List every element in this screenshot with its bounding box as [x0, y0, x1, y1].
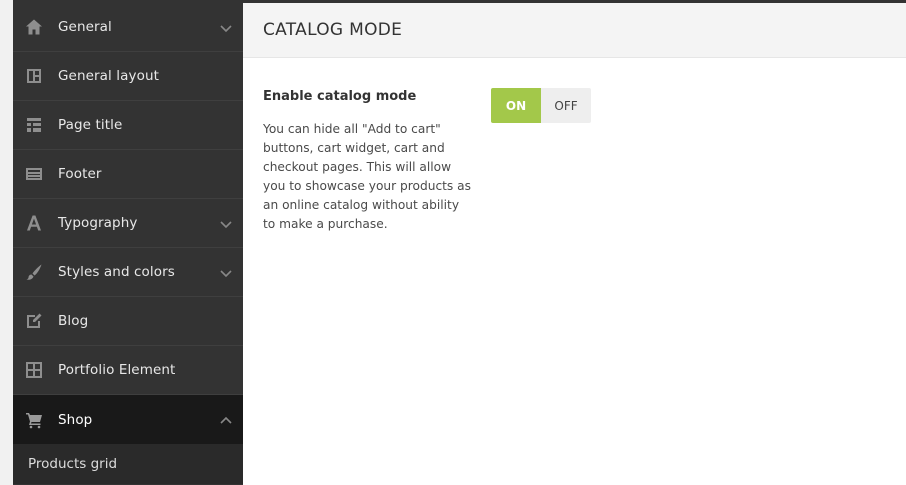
sidebar-item-label: Blog	[58, 313, 89, 329]
sidebar-subitem-products-grid[interactable]: Products grid	[13, 444, 243, 484]
sidebar-item-footer[interactable]: Footer	[13, 150, 243, 199]
sidebar-item-label: Shop	[58, 411, 93, 428]
main-panel: CATALOG MODE Enable catalog mode You can…	[243, 3, 906, 485]
brush-icon	[25, 263, 43, 281]
option-description: You can hide all "Add to cart" buttons, …	[263, 122, 471, 231]
sidebar-item-portfolio-element[interactable]: Portfolio Element	[13, 346, 243, 395]
chevron-down-icon[interactable]	[219, 216, 233, 230]
chevron-up-icon[interactable]	[219, 413, 233, 427]
sidebar-item-label: Typography	[58, 215, 138, 231]
cart-icon	[25, 411, 43, 429]
edit-icon	[25, 312, 43, 330]
sidebar-item-label: Footer	[58, 166, 102, 182]
sidebar-item-styles-and-colors[interactable]: Styles and colors	[13, 248, 243, 297]
sidebar-item-shop[interactable]: Shop	[13, 395, 243, 444]
left-edge-strip	[0, 0, 13, 485]
catalog-mode-toggle[interactable]: ON OFF	[491, 88, 591, 123]
section-header: CATALOG MODE	[243, 3, 906, 58]
toggle-off-button[interactable]: OFF	[541, 88, 591, 123]
sidebar-subitem-label: Products grid	[28, 456, 118, 472]
chevron-down-icon[interactable]	[219, 265, 233, 279]
sidebar-item-page-title[interactable]: Page title	[13, 101, 243, 150]
sidebar-item-typography[interactable]: Typography	[13, 199, 243, 248]
sidebar: General General layout Page title Footer…	[13, 3, 243, 485]
page-title: CATALOG MODE	[263, 20, 403, 40]
chevron-down-icon[interactable]	[219, 20, 233, 34]
page-title-icon	[25, 116, 43, 134]
toggle-on-button[interactable]: ON	[491, 88, 541, 123]
sidebar-item-label: Portfolio Element	[58, 362, 176, 378]
sidebar-item-label: General	[58, 19, 112, 35]
grid-icon	[25, 361, 43, 379]
sidebar-item-label: Page title	[58, 117, 123, 133]
footer-icon	[25, 165, 43, 183]
option-enable-catalog-mode: Enable catalog mode You can hide all "Ad…	[263, 88, 903, 231]
sidebar-item-general-layout[interactable]: General layout	[13, 52, 243, 101]
sidebar-item-label: General layout	[58, 68, 160, 84]
sidebar-item-general[interactable]: General	[13, 3, 243, 52]
typography-icon	[25, 214, 43, 232]
home-icon	[25, 18, 43, 36]
sidebar-item-label: Styles and colors	[58, 264, 175, 280]
layout-icon	[25, 67, 43, 85]
sidebar-item-blog[interactable]: Blog	[13, 297, 243, 346]
